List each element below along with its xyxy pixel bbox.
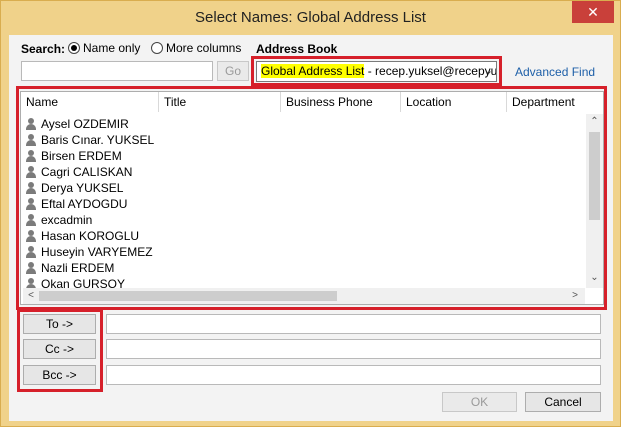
radio-unchecked-icon[interactable]	[151, 42, 163, 54]
annotation-box-list	[16, 86, 607, 310]
cc-field[interactable]	[106, 339, 601, 359]
search-label: Search:	[21, 42, 66, 56]
radio-more-columns[interactable]: More columns	[151, 41, 241, 55]
annotation-box-address-book	[251, 56, 502, 86]
go-button[interactable]: Go	[217, 61, 249, 81]
advanced-find-link[interactable]: Advanced Find	[515, 65, 595, 79]
radio-more-columns-label: More columns	[166, 41, 242, 55]
annotation-box-recipient-buttons	[17, 309, 103, 392]
bcc-field[interactable]	[106, 365, 601, 385]
select-names-dialog: Select Names: Global Address List ✕ Sear…	[0, 0, 621, 427]
radio-name-only[interactable]: Name only	[68, 41, 140, 55]
radio-checked-icon[interactable]	[68, 42, 80, 54]
to-field[interactable]	[106, 314, 601, 334]
close-button[interactable]: ✕	[572, 1, 614, 23]
window-title: Select Names: Global Address List	[195, 9, 426, 26]
address-book-label: Address Book	[256, 42, 338, 56]
title-bar: Select Names: Global Address List ✕	[1, 1, 620, 35]
radio-name-only-label: Name only	[83, 41, 141, 55]
cancel-button[interactable]: Cancel	[525, 392, 601, 412]
search-input[interactable]	[21, 61, 213, 81]
ok-button[interactable]: OK	[442, 392, 517, 412]
dialog-body: Search: Name only More columns Address B…	[9, 35, 613, 421]
